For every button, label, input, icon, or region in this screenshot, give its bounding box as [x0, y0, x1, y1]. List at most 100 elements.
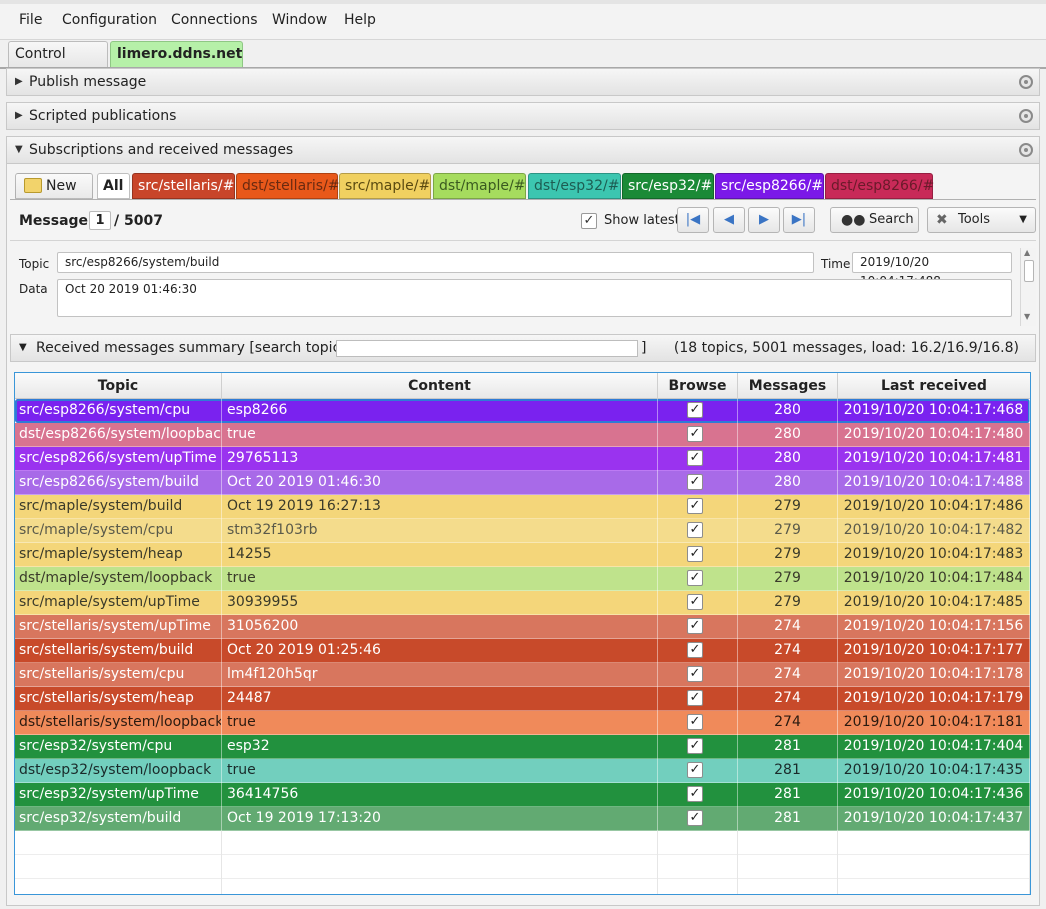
table-row[interactable]: src/stellaris/system/upTime 31056200 ✓ 274 2… — [15, 615, 1030, 639]
show-latest-checkbox[interactable]: ✓ — [581, 213, 597, 229]
table-row[interactable]: src/esp32/system/cpu esp32 ✓ 281 2019/10/20 … — [15, 735, 1030, 759]
table-row[interactable]: src/stellaris/system/heap 24487 ✓ 274 2019/1… — [15, 687, 1030, 711]
cell-content: 29765113 — [222, 447, 658, 471]
browse-checkbox[interactable]: ✓ — [687, 642, 703, 658]
browse-checkbox[interactable]: ✓ — [687, 786, 703, 802]
cell-messages: 279 — [738, 495, 838, 519]
menu-window[interactable]: Window — [272, 12, 327, 28]
next-message-button[interactable]: ▶ — [748, 207, 780, 233]
new-subscription-button[interactable]: New — [15, 173, 93, 199]
gear-icon[interactable] — [1019, 75, 1033, 89]
column-topic[interactable]: Topic — [15, 373, 222, 399]
menu-help[interactable]: Help — [344, 12, 376, 28]
table-row[interactable]: src/stellaris/system/build Oct 20 2019 01… — [15, 639, 1030, 663]
tab-subscription[interactable]: dst/maple/# — [433, 173, 526, 199]
subscriptions-pane-header[interactable]: ▼ Subscriptions and received messages — [6, 136, 1040, 164]
browse-cell: ✓ — [658, 759, 738, 783]
tab-subscription[interactable]: dst/esp8266/# — [825, 173, 934, 199]
cell-messages: 280 — [738, 471, 838, 495]
tab-subscription[interactable]: src/maple/# — [339, 173, 431, 199]
empty-cell — [738, 831, 838, 855]
table-row[interactable]: dst/stellaris/system/loopback true ✓ 274 201… — [15, 711, 1030, 735]
detail-scrollbar[interactable]: ▲ ▼ — [1020, 248, 1036, 326]
table-header: Topic Content Browse Messages Last recei… — [15, 373, 1030, 399]
data-field[interactable]: Oct 20 2019 01:46:30 — [57, 279, 1012, 317]
table-row[interactable]: dst/maple/system/loopback true ✓ 279 2019/10… — [15, 567, 1030, 591]
browse-checkbox[interactable]: ✓ — [687, 666, 703, 682]
table-row[interactable]: src/esp32/system/build Oct 19 2019 17:13:… — [15, 807, 1030, 831]
tab-control-panel[interactable]: Control panel — [8, 41, 108, 87]
tools-menu-button[interactable]: ✖ Tools ▼ — [927, 207, 1036, 233]
message-index-field[interactable]: 1 — [89, 211, 111, 230]
table-row[interactable]: src/stellaris/system/cpu lm4f120h5qr ✓ 274 2… — [15, 663, 1030, 687]
column-last-received[interactable]: Last received — [838, 373, 1030, 399]
search-button[interactable]: ●● Search — [830, 207, 919, 233]
publish-message-pane-header[interactable]: ▶ Publish message — [6, 68, 1040, 96]
scrollbar-thumb[interactable] — [1024, 260, 1034, 282]
table-row[interactable]: src/maple/system/heap 14255 ✓ 279 2019/10/20… — [15, 543, 1030, 567]
column-browse[interactable]: Browse — [658, 373, 738, 399]
cell-content: true — [222, 567, 658, 591]
search-topics-input[interactable] — [336, 340, 638, 357]
table-row[interactable]: src/esp8266/system/cpu esp8266 ✓ 280 2019/10… — [15, 399, 1030, 423]
scroll-down-icon[interactable]: ▼ — [1024, 312, 1030, 321]
browse-checkbox[interactable]: ✓ — [687, 714, 703, 730]
cell-messages: 274 — [738, 711, 838, 735]
arrow-left-icon: ◀ — [724, 212, 734, 227]
scripted-publications-pane-header[interactable]: ▶ Scripted publications — [6, 102, 1040, 130]
browse-checkbox[interactable]: ✓ — [687, 738, 703, 754]
table-row[interactable]: src/esp32/system/upTime 36414756 ✓ 281 2019/… — [15, 783, 1030, 807]
browse-checkbox[interactable]: ✓ — [687, 570, 703, 586]
browse-checkbox[interactable]: ✓ — [687, 546, 703, 562]
cell-content: esp8266 — [222, 399, 658, 423]
table-row[interactable]: src/esp8266/system/build Oct 20 2019 01:4… — [15, 471, 1030, 495]
summary-bracket: ] — [641, 340, 647, 356]
tab-subscription[interactable]: dst/stellaris/# — [236, 173, 340, 199]
tab-all[interactable]: All — [97, 173, 130, 199]
browse-checkbox[interactable]: ✓ — [687, 690, 703, 706]
menu-connections[interactable]: Connections — [171, 12, 258, 28]
gear-icon[interactable] — [1019, 109, 1033, 123]
last-message-button[interactable]: ▶| — [783, 207, 815, 233]
first-message-button[interactable]: |◀ — [677, 207, 709, 233]
empty-cell — [658, 879, 738, 894]
tab-subscription[interactable]: src/stellaris/# — [132, 173, 235, 199]
browse-checkbox[interactable]: ✓ — [687, 450, 703, 466]
table-row[interactable]: src/maple/system/cpu stm32f103rb ✓ 279 2019/… — [15, 519, 1030, 543]
table-row[interactable]: src/maple/system/upTime 30939955 ✓ 279 2019/… — [15, 591, 1030, 615]
browse-checkbox[interactable]: ✓ — [687, 426, 703, 442]
tab-subscription[interactable]: src/esp32/# — [622, 173, 714, 199]
table-row[interactable]: dst/esp8266/system/loopback true ✓ 280 2019/… — [15, 423, 1030, 447]
browse-checkbox[interactable]: ✓ — [687, 810, 703, 826]
divider — [10, 240, 1036, 241]
browse-checkbox[interactable]: ✓ — [687, 762, 703, 778]
column-content[interactable]: Content — [222, 373, 658, 399]
browse-checkbox[interactable]: ✓ — [687, 618, 703, 634]
tab-subscription[interactable]: dst/esp32/# — [528, 173, 621, 199]
table-row[interactable]: src/esp8266/system/upTime 29765113 ✓ 280 201… — [15, 447, 1030, 471]
menu-configuration[interactable]: Configuration — [62, 12, 157, 28]
browse-checkbox[interactable]: ✓ — [687, 402, 703, 418]
cell-content: 24487 — [222, 687, 658, 711]
cell-topic: src/esp8266/system/upTime — [15, 447, 222, 471]
tab-limero-connection[interactable]: limero.ddns.net — [110, 41, 243, 68]
pane-title: Scripted publications — [29, 108, 177, 124]
scroll-up-icon[interactable]: ▲ — [1024, 248, 1030, 257]
menu-bar: File Configuration Connections Window He… — [0, 0, 1046, 40]
cell-messages: 274 — [738, 615, 838, 639]
previous-message-button[interactable]: ◀ — [713, 207, 745, 233]
browse-checkbox[interactable]: ✓ — [687, 594, 703, 610]
cell-last: 2019/10/20 10:04:17:437 — [838, 807, 1030, 831]
column-messages[interactable]: Messages — [738, 373, 838, 399]
menu-file[interactable]: File — [19, 12, 42, 28]
browse-checkbox[interactable]: ✓ — [687, 498, 703, 514]
cell-content: stm32f103rb — [222, 519, 658, 543]
browse-checkbox[interactable]: ✓ — [687, 522, 703, 538]
browse-checkbox[interactable]: ✓ — [687, 474, 703, 490]
topic-field[interactable]: src/esp8266/system/build — [57, 252, 814, 273]
time-field[interactable]: 2019/10/20 10:04:17:488 — [852, 252, 1012, 288]
table-row[interactable]: dst/esp32/system/loopback true ✓ 281 2019/10… — [15, 759, 1030, 783]
gear-icon[interactable] — [1019, 143, 1033, 157]
tab-subscription[interactable]: src/esp8266/# — [715, 173, 824, 199]
table-row[interactable]: src/maple/system/build Oct 19 2019 16:27:… — [15, 495, 1030, 519]
